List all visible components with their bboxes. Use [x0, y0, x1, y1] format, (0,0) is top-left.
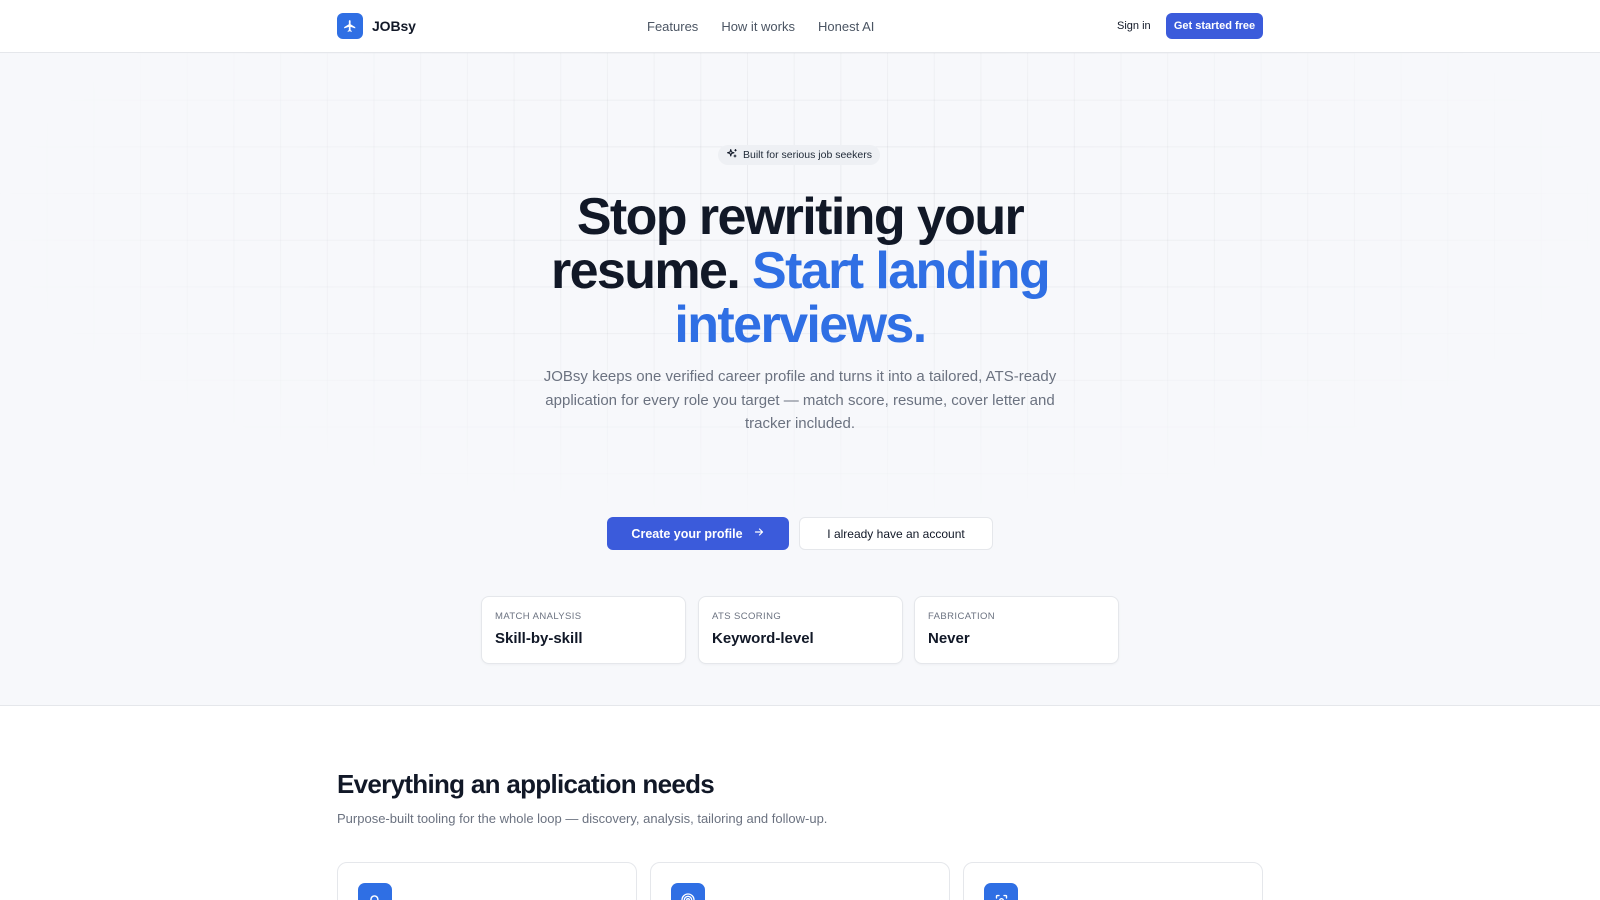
arrow-right-icon [753, 526, 765, 541]
plane-logo-icon [337, 13, 363, 39]
hero-section: Built for serious job seekers Stop rewri… [0, 53, 1600, 706]
hero-headline: Stop rewriting your resume. Start landin… [450, 190, 1150, 352]
sign-in-link[interactable]: Sign in [1117, 20, 1151, 32]
brand-name: JOBsy [372, 18, 416, 34]
feature-card[interactable] [337, 862, 637, 900]
stat-value: Keyword-level [712, 630, 814, 647]
target-icon [671, 883, 705, 900]
stat-label: ATS SCORING [712, 611, 782, 622]
stat-value: Skill-by-skill [495, 630, 583, 647]
nav-link-honest-ai[interactable]: Honest AI [818, 19, 874, 34]
feature-card[interactable] [963, 862, 1263, 900]
stat-label: MATCH ANALYSIS [495, 611, 582, 622]
search-icon [358, 883, 392, 900]
headline-line-2-plain: resume. [550, 242, 741, 300]
get-started-button[interactable]: Get started free [1166, 13, 1263, 39]
hero-badge-text: Built for serious job seekers [743, 149, 872, 161]
stat-card-ats-scoring: ATS SCORING Keyword-level [698, 596, 903, 664]
headline-line-3-accent: interviews. [674, 296, 927, 354]
top-nav: JOBsy Features How it works Honest AI Si… [0, 0, 1600, 53]
features-section: Everything an application needs Purpose-… [0, 707, 1600, 900]
headline-line-2-accent: Start landing [752, 242, 1051, 300]
feature-card[interactable] [650, 862, 950, 900]
hero-subtitle: JOBsy keeps one verified career profile … [543, 368, 1057, 432]
features-title: Everything an application needs [337, 769, 715, 799]
features-subtitle: Purpose-built tooling for the whole loop… [337, 811, 828, 826]
existing-account-button[interactable]: I already have an account [799, 517, 993, 550]
scan-icon [984, 883, 1018, 900]
nav-links: Features How it works Honest AI [647, 19, 874, 34]
brand[interactable]: JOBsy [337, 13, 416, 39]
stat-label: FABRICATION [928, 611, 996, 622]
sparkles-icon [726, 148, 738, 163]
nav-link-how-it-works[interactable]: How it works [721, 19, 795, 34]
stat-card-match-analysis: MATCH ANALYSIS Skill-by-skill [481, 596, 686, 664]
stat-value: Never [928, 630, 970, 647]
create-profile-label: Create your profile [631, 526, 743, 541]
headline-line-1: Stop rewriting your [576, 188, 1025, 246]
create-profile-button[interactable]: Create your profile [607, 517, 789, 550]
hero-badge: Built for serious job seekers [718, 145, 880, 165]
nav-link-features[interactable]: Features [647, 19, 698, 34]
stat-card-fabrication: FABRICATION Never [914, 596, 1119, 664]
